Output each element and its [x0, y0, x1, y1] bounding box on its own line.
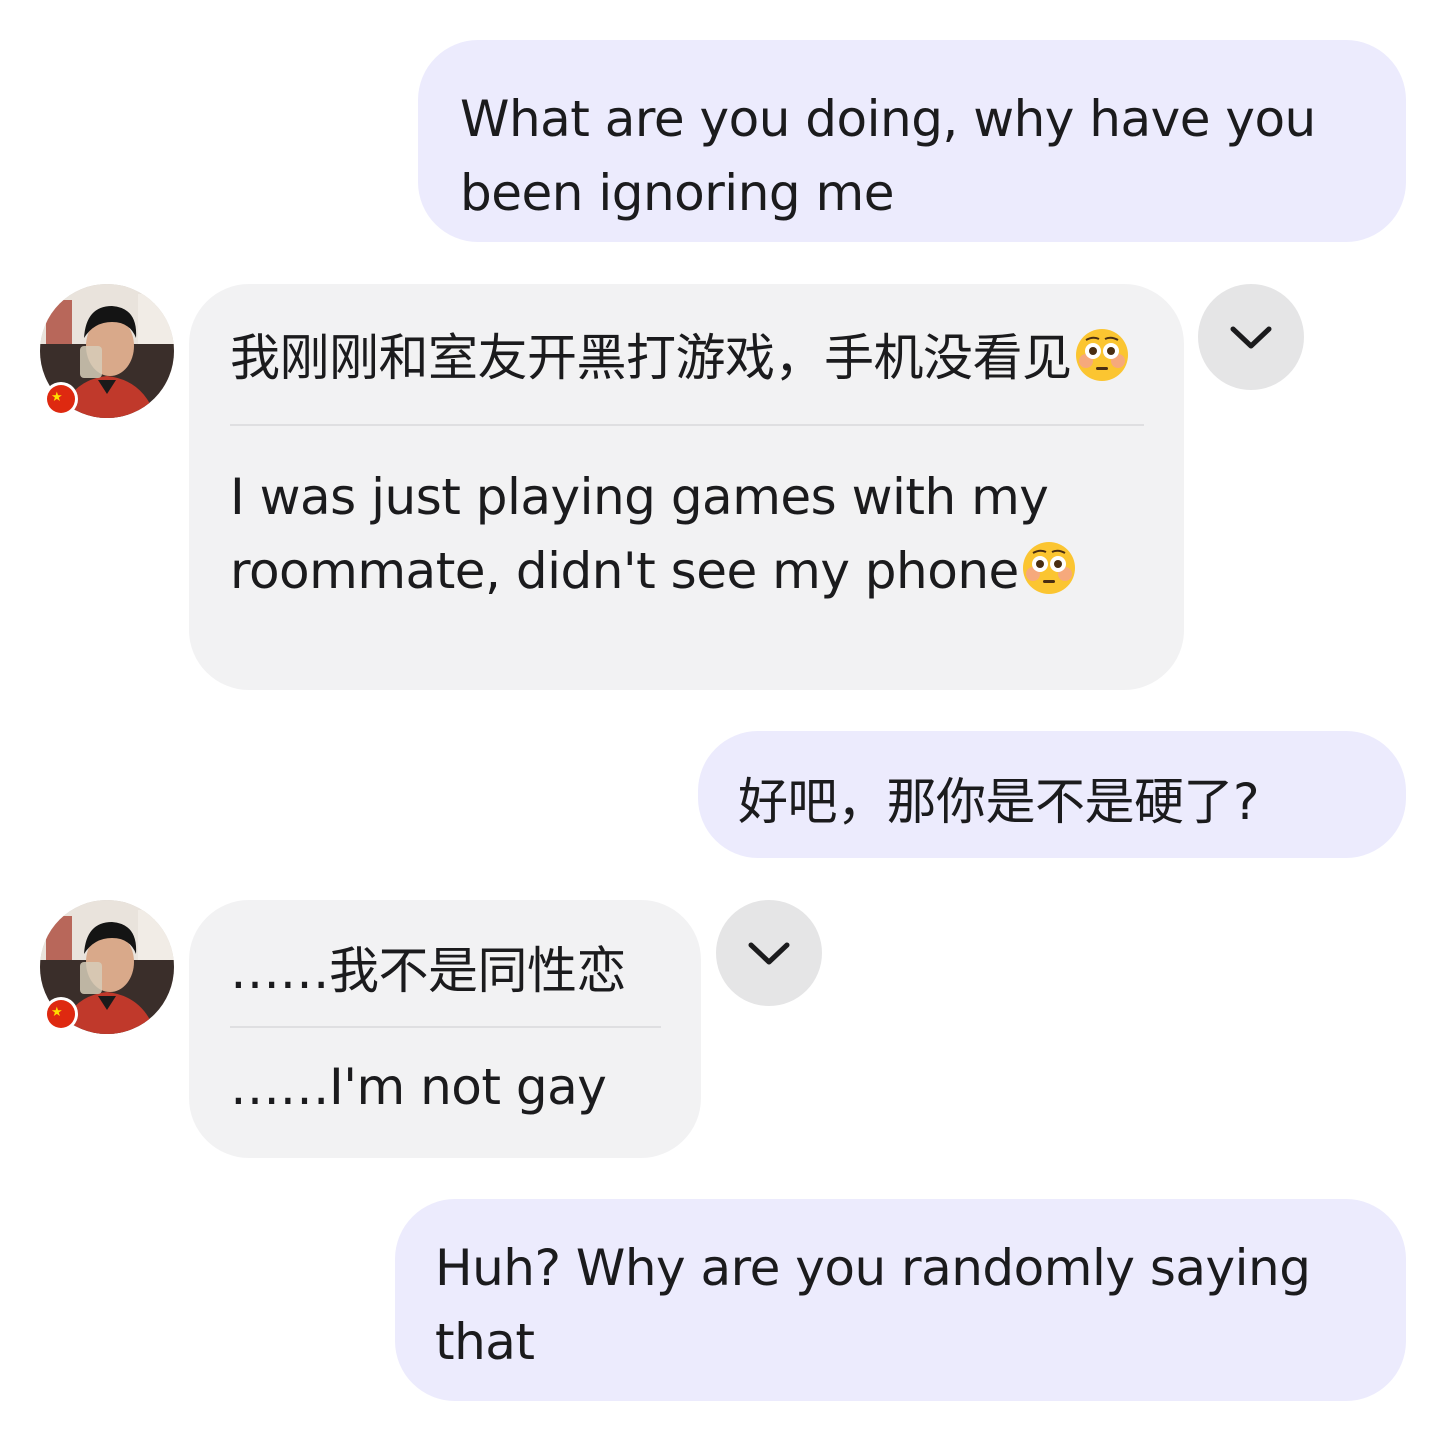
incoming-message[interactable]: 我刚刚和室友开黑打游戏，手机没看见 I was just playing gam… — [189, 284, 1184, 690]
original-text: 我刚刚和室友开黑打游戏，手机没看见 — [230, 322, 1144, 394]
translated-text: I was just playing games with my roommat… — [230, 460, 1144, 608]
flag-star-icon: ★ — [47, 385, 75, 413]
outgoing-message[interactable]: Huh? Why are you randomly saying that — [395, 1199, 1406, 1401]
message-text: 好吧，那你是不是硬了? — [738, 773, 1260, 831]
original-text: ……我不是同性恋 — [230, 942, 627, 1000]
expand-message-button[interactable] — [1198, 284, 1304, 390]
flushed-face-icon — [1022, 542, 1075, 594]
translated-text: ……I'm not gay — [230, 1058, 607, 1116]
message-text: What are you doing, why have you been ig… — [460, 90, 1316, 222]
translation-divider — [230, 424, 1144, 426]
translation-divider — [230, 1026, 661, 1028]
flag-star-icon: ★ — [47, 1000, 75, 1028]
chevron-down-icon — [748, 942, 790, 965]
flushed-face-icon — [1075, 329, 1128, 381]
china-flag: ★ — [44, 382, 78, 416]
chevron-down-icon — [1230, 326, 1272, 349]
outgoing-message[interactable]: What are you doing, why have you been ig… — [418, 40, 1406, 242]
message-text: Huh? Why are you randomly saying that — [435, 1239, 1311, 1371]
incoming-message[interactable]: ……我不是同性恋 ……I'm not gay — [189, 900, 701, 1158]
expand-message-button[interactable] — [716, 900, 822, 1006]
china-flag: ★ — [44, 997, 78, 1031]
outgoing-message[interactable]: 好吧，那你是不是硬了? — [698, 731, 1406, 858]
